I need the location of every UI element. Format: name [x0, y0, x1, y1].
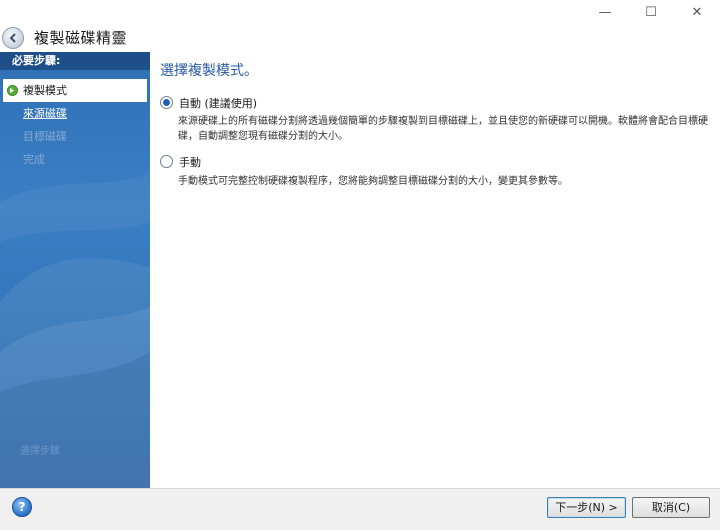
- step-source-disk[interactable]: 來源磁碟: [0, 102, 150, 125]
- main-panel: 選擇複製模式。 自動 (建議使用) 來源硬碟上的所有磁碟分割將透過幾個簡單的步驟…: [150, 52, 720, 488]
- manual-radio[interactable]: [160, 155, 173, 168]
- step-label: 複製模式: [23, 84, 67, 97]
- automatic-label: 自動 (建議使用): [179, 97, 258, 110]
- window-controls: — ☐ ✕: [582, 0, 720, 24]
- page-title: 選擇複製模式。: [160, 63, 258, 79]
- wizard-sidebar: 必要步驟: 複製模式 來源磁碟 目標磁碟 完成 選擇步驟: [0, 52, 150, 488]
- title-bar: — ☐ ✕ 複製磁碟精靈: [0, 0, 720, 52]
- question-icon[interactable]: ?: [12, 497, 32, 517]
- window-title: 複製磁碟精靈: [34, 29, 128, 47]
- close-button[interactable]: ✕: [674, 0, 720, 24]
- manual-description: 手動模式可完整控制硬碟複製程序，您將能夠調整目標磁碟分割的大小，變更其參數等。: [178, 176, 568, 187]
- current-step-arrow-icon: [7, 85, 18, 96]
- cancel-button[interactable]: 取消(C): [632, 497, 710, 518]
- next-button[interactable]: 下一步(N) >: [547, 497, 626, 518]
- step-target-disk: 目標磁碟: [23, 130, 67, 143]
- back-button[interactable]: [2, 27, 24, 49]
- step-finish: 完成: [23, 153, 45, 166]
- step-list: 複製模式 來源磁碟 目標磁碟 完成: [0, 79, 150, 171]
- step-clone-mode[interactable]: 複製模式: [3, 79, 147, 102]
- sidebar-header: 必要步驟:: [0, 52, 150, 70]
- automatic-description: 來源硬碟上的所有磁碟分割將透過幾個簡單的步驟複製到目標磁碟上，並且使您的新硬碟可…: [178, 116, 708, 142]
- automatic-radio[interactable]: [160, 96, 173, 109]
- minimize-button[interactable]: —: [582, 0, 628, 24]
- wizard-footer: ? 下一步(N) > 取消(C): [0, 488, 720, 530]
- maximize-button[interactable]: ☐: [628, 0, 674, 24]
- sidebar-faint-label: 選擇步驟: [20, 446, 60, 457]
- back-arrow-icon: [9, 33, 16, 43]
- manual-label: 手動: [179, 156, 201, 169]
